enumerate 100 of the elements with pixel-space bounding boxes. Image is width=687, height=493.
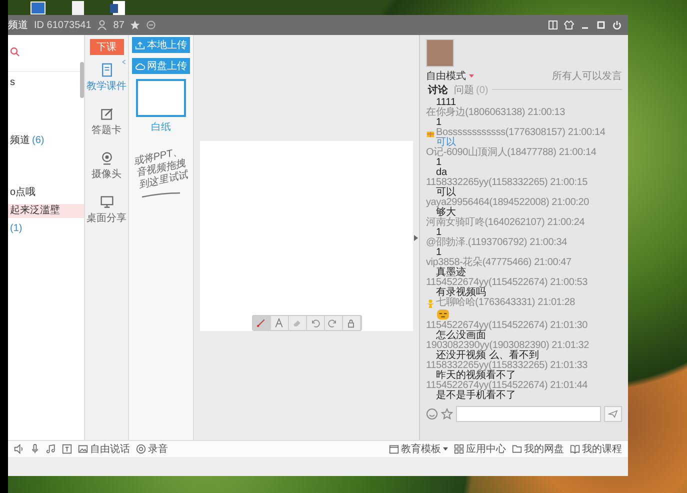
contact-item[interactable]: o点哦 [8,186,84,200]
expand-arrow-icon[interactable] [414,235,418,241]
drop-hint: 或将PPT、 音视频拖拽 到这里试试 [133,146,190,192]
maximize-icon[interactable] [596,20,606,30]
speaker-icon [14,444,24,454]
contact-item[interactable]: 频道 (6) [8,134,84,148]
collapse-icon[interactable] [122,59,126,65]
brush-icon [256,318,266,328]
book-button[interactable]: 我的课程 [570,442,622,456]
music-button[interactable] [46,444,56,454]
lock-icon [346,318,356,328]
message-sender: 1158332265yy(1158332265) 21:01:33 [426,361,588,371]
lock-tool[interactable] [342,316,361,330]
message-text: 怎么没画面 [436,331,486,341]
message-text: 可以 [436,188,456,198]
undo-tool[interactable] [306,316,325,330]
redo-tool[interactable] [324,316,343,330]
message-text: 1 [434,118,442,128]
send-button[interactable] [604,406,622,422]
contact-item[interactable]: s [8,76,84,90]
eraser-icon [292,318,302,328]
smiley-icon[interactable] [426,408,438,420]
message-sender: 河南女骑叮咚(1640262107) 21:00:24 [426,218,586,228]
image-icon [78,444,88,454]
chat-tab[interactable]: 讨论 [426,82,450,96]
page-thumbnail[interactable] [136,79,186,117]
channel-id: ID 61073541 [34,20,92,30]
mic-button[interactable] [30,444,40,454]
message-text: 可以 [436,138,456,148]
redo-icon [328,318,338,328]
message-text: 还没开视频 么、看不到 [436,351,539,361]
page-label: 白纸 [151,121,172,134]
member-count: 87 [113,20,124,30]
record-icon [136,444,146,454]
text-icon [274,318,284,328]
emoji-icon [436,309,450,320]
message-text: 1 [434,158,442,168]
apps-icon [454,444,464,454]
answer-icon [100,107,114,121]
message-text: 有录视频吗 [436,288,486,298]
computer-icon[interactable] [30,1,46,15]
power-icon[interactable] [612,20,622,30]
undo-icon [310,318,320,328]
underline-stroke [141,192,182,198]
record-button[interactable]: 录音 [136,442,168,456]
cloud-icon [135,62,146,70]
mic-icon [30,444,40,454]
caret-icon[interactable] [468,74,474,78]
channel-title: 频道 [8,18,28,32]
message-text: 1 [436,228,442,238]
tool-tab[interactable]: 摄像头 [92,151,122,181]
message-text: da [436,168,448,178]
brush-tool[interactable] [252,316,271,330]
camera-icon [100,151,114,165]
search-icon[interactable] [10,47,20,57]
message-text: 够大 [436,208,456,218]
document-icon[interactable] [110,1,126,15]
panel-icon[interactable] [548,20,558,30]
message-sender: O记-6090山顶洞人(18477788) 21:00:14 [426,148,598,158]
speaker-button[interactable] [14,444,24,454]
contact-item[interactable]: (1) [8,222,84,236]
message-sender: 1158332265yy(1158332265) 21:00:15 [426,178,588,188]
caption-button[interactable] [62,444,72,454]
message-sender: @邵勃泽.(1193706792) 21:00:34 [426,238,568,248]
template-button[interactable]: 教育模板 [389,442,448,456]
avatar-placeholder [426,39,454,67]
text-tool[interactable] [270,316,289,330]
message-text: 1111 [436,98,456,108]
scrollbar[interactable] [80,62,84,98]
screen-icon [100,195,114,209]
caption-icon [62,444,72,454]
message-sender: 1903082390yy(1903082390) 21:01:32 [426,341,590,351]
shirt-icon[interactable] [564,20,574,30]
file-icon[interactable] [70,1,86,15]
folder-icon [512,444,522,454]
message-sender: 1154522674yy(1154522674) 21:00:53 [426,278,588,288]
folder-button[interactable]: 我的网盘 [512,442,564,456]
message-sender: 七聊哈哈(1763643331) 21:01:28 [426,298,622,308]
message-sender: vip3858-花朵(47775466) 21:00:47 [426,258,572,268]
message-text: 是不是手机看不了 [436,391,516,401]
message-sender: 1154522674yy(1154522674) 21:01:30 [426,321,588,331]
free-talk-button[interactable]: 自由说话 [78,442,130,456]
apps-button[interactable]: 应用中心 [454,442,506,456]
book-icon [570,444,580,454]
upload-icon [135,40,146,50]
message-sender: 在你身边(1806063138) 21:00:13 [426,108,566,118]
tool-tab[interactable]: 桌面分享 [86,195,126,225]
template-icon [389,444,399,454]
message-text: 真墨迹 [436,268,466,278]
message-input[interactable] [456,406,601,422]
star-icon[interactable] [130,20,140,30]
courseware-icon [100,63,114,77]
mode-selector[interactable]: 自由模式 [426,68,466,82]
message-text: 昨天的视频看不了 [436,371,516,381]
contact-item[interactable]: 起来泛滥壁 [8,204,84,218]
message-text: 1 [436,248,442,258]
message-sender: yaya29956464(1894522008) 21:00:20 [426,198,590,208]
tool-tab[interactable]: 答题卡 [92,107,122,137]
music-icon [46,444,56,454]
permission-label: 所有人可以发言 [552,70,622,82]
